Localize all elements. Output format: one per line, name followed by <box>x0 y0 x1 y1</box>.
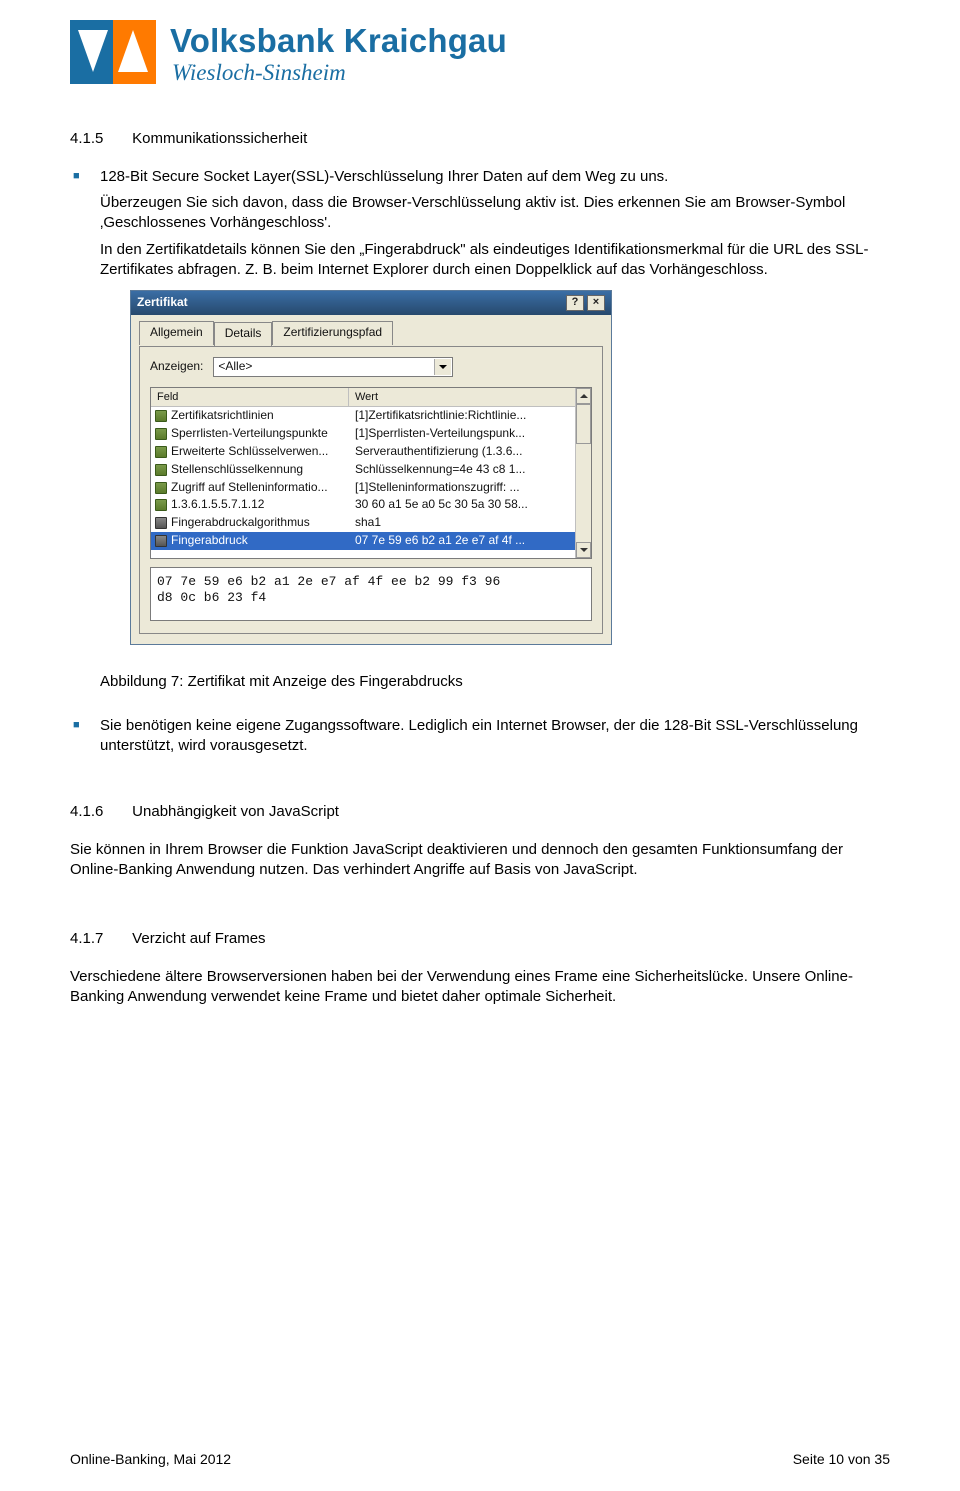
section-num: 4.1.5 <box>70 130 128 147</box>
brand-main: Volksbank Kraichgau <box>170 22 507 60</box>
tab-details[interactable]: Details <box>214 322 273 346</box>
chevron-down-icon <box>439 365 447 369</box>
col-feld: Feld <box>151 388 349 407</box>
p-416: Sie können in Ihrem Browser die Funktion… <box>70 840 890 880</box>
scroll-up-icon[interactable] <box>576 388 591 404</box>
col-wert: Wert <box>349 388 575 407</box>
list-header: Feld Wert <box>151 388 575 408</box>
cert-prop-icon <box>155 535 167 547</box>
help-button[interactable]: ? <box>566 295 584 311</box>
certificate-dialog-figure: Zertifikat ? × Allgemein Details Zertifi… <box>130 290 890 645</box>
section-heading-416: 4.1.6 Unabhängigkeit von JavaScript <box>70 803 890 820</box>
anzeigen-combo[interactable]: <Alle> <box>213 357 453 377</box>
brand-header: Volksbank Kraichgau Wiesloch-Sinsheim <box>70 20 890 86</box>
list-row-selected: Fingerabdruck07 7e 59 e6 b2 a1 2e e7 af … <box>151 532 575 550</box>
cert-prop-icon <box>155 517 167 529</box>
section-title: Kommunikationssicherheit <box>132 130 307 147</box>
footer-right: Seite 10 von 35 <box>793 1451 890 1467</box>
footer-left: Online-Banking, Mai 2012 <box>70 1451 231 1467</box>
section-title: Unabhängigkeit von JavaScript <box>132 803 339 820</box>
bullet-text: Sie benötigen keine eigene Zugangssoftwa… <box>100 717 858 754</box>
logo-icon <box>70 20 156 84</box>
section-heading-415: 4.1.5 Kommunikationssicherheit <box>70 130 890 147</box>
section-num: 4.1.6 <box>70 803 128 820</box>
dialog-tabs: Allgemein Details Zertifizierungspfad <box>139 321 603 345</box>
bullet-sub-p2: In den Zertifikatdetails können Sie den … <box>100 240 890 280</box>
section-num: 4.1.7 <box>70 930 128 947</box>
certificate-dialog: Zertifikat ? × Allgemein Details Zertifi… <box>130 290 612 645</box>
cert-ext-icon <box>155 428 167 440</box>
brand-text: Volksbank Kraichgau Wiesloch-Sinsheim <box>170 22 507 86</box>
dialog-title: Zertifikat <box>137 295 188 311</box>
close-button[interactable]: × <box>587 295 605 311</box>
list-row: Sperrlisten-Verteilungspunkte[1]Sperrlis… <box>151 425 575 443</box>
tab-allgemein[interactable]: Allgemein <box>139 321 214 345</box>
tab-panel-details: Anzeigen: <Alle> Feld Wert <box>139 346 603 634</box>
cert-ext-icon <box>155 464 167 476</box>
section-title: Verzicht auf Frames <box>132 930 265 947</box>
p-417: Verschiedene ältere Browserversionen hab… <box>70 967 890 1007</box>
cert-ext-icon <box>155 446 167 458</box>
list-row: 1.3.6.1.5.5.7.1.1230 60 a1 5e a0 5c 30 5… <box>151 496 575 514</box>
bullet-sub-p1: Überzeugen Sie sich davon, dass die Brow… <box>100 193 890 233</box>
cert-detail-list[interactable]: Feld Wert Zertifikatsrichtlinien[1]Zerti… <box>150 387 592 559</box>
list-row: Zugriff auf Stelleninformatio...[1]Stell… <box>151 479 575 497</box>
bullet-ssl: 128-Bit Secure Socket Layer(SSL)-Verschl… <box>70 167 890 645</box>
scroll-thumb[interactable] <box>576 404 591 444</box>
list-row: Erweiterte Schlüsselverwen...Serverauthe… <box>151 443 575 461</box>
section-heading-417: 4.1.7 Verzicht auf Frames <box>70 930 890 947</box>
bullet-text: 128-Bit Secure Socket Layer(SSL)-Verschl… <box>100 168 668 185</box>
anzeigen-value: <Alle> <box>218 359 252 375</box>
page-footer: Online-Banking, Mai 2012 Seite 10 von 35 <box>70 1451 890 1467</box>
list-scrollbar[interactable] <box>575 388 591 558</box>
figure-caption: Abbildung 7: Zertifikat mit Anzeige des … <box>100 673 890 690</box>
fingerprint-detail[interactable]: 07 7e 59 e6 b2 a1 2e e7 af 4f ee b2 99 f… <box>150 567 592 621</box>
brand-sub: Wiesloch-Sinsheim <box>172 60 507 86</box>
scroll-down-icon[interactable] <box>576 542 591 558</box>
dialog-titlebar: Zertifikat ? × <box>131 291 611 315</box>
list-row: Zertifikatsrichtlinien[1]Zertifikatsrich… <box>151 407 575 425</box>
cert-ext-icon <box>155 410 167 422</box>
cert-ext-icon <box>155 499 167 511</box>
anzeigen-label: Anzeigen: <box>150 359 203 375</box>
list-row: StellenschlüsselkennungSchlüsselkennung=… <box>151 461 575 479</box>
cert-ext-icon <box>155 482 167 494</box>
bullet-no-software: Sie benötigen keine eigene Zugangssoftwa… <box>70 716 890 756</box>
tab-zertifizierungspfad[interactable]: Zertifizierungspfad <box>272 321 393 345</box>
list-row: Fingerabdruckalgorithmussha1 <box>151 514 575 532</box>
